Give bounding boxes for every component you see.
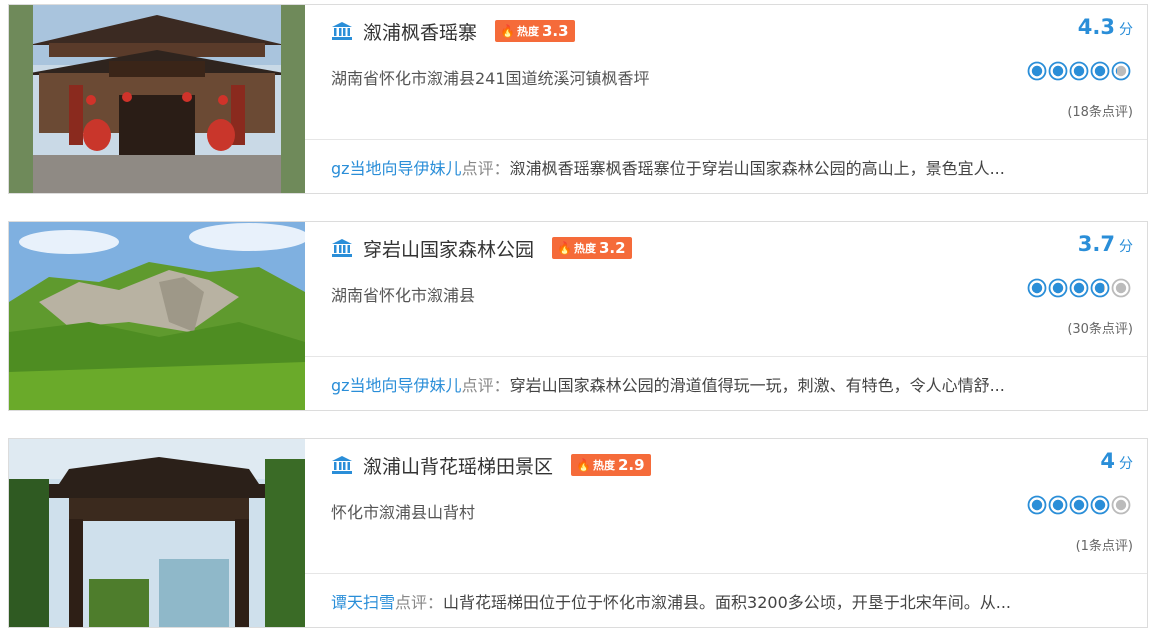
attraction-card: 穿岩山国家森林公园 🔥 热度 3.2 湖南省怀化市溆浦县 3.7 分 (30条点评) …	[8, 221, 1148, 411]
heat-badge: 🔥 热度 3.3	[495, 20, 575, 42]
heat-badge: 🔥 热度 2.9	[571, 454, 651, 476]
circle-rating-icon	[1048, 61, 1068, 81]
review-text[interactable]: 溆浦枫香瑶寨枫香瑶寨位于穿岩山国家森林公园的高山上，景色宜人...	[510, 159, 1005, 178]
divider	[305, 139, 1147, 140]
rating-circles	[1027, 278, 1131, 298]
landmark-icon	[331, 21, 353, 41]
review-text[interactable]: 山背花瑶梯田位于位于怀化市溆浦县。面积3200多公顷，开垦于北宋年间。从...	[443, 593, 1011, 612]
circle-rating-icon	[1069, 495, 1089, 515]
attraction-card: 溆浦枫香瑶寨 🔥 热度 3.3 湖南省怀化市溆浦县241国道统溪河镇枫香坪 4.3 分…	[8, 4, 1148, 194]
review-label: 点评：	[461, 376, 510, 395]
divider	[305, 573, 1147, 574]
heat-badge: 🔥 热度 3.2	[552, 237, 632, 259]
attraction-address: 湖南省怀化市溆浦县241国道统溪河镇枫香坪	[331, 69, 650, 88]
heat-value: 2.9	[617, 456, 645, 474]
reviewer-name[interactable]: 谭天扫雪	[331, 593, 395, 612]
reviewer-name[interactable]: gz当地向导伊妹儿	[331, 376, 462, 395]
divider	[305, 356, 1147, 357]
landmark-icon	[331, 455, 353, 475]
circle-rating-icon	[1090, 61, 1110, 81]
flame-icon: 🔥	[500, 24, 515, 38]
attraction-photo[interactable]	[9, 222, 305, 410]
attraction-title[interactable]: 溆浦山背花瑶梯田景区	[363, 452, 553, 479]
attraction-address: 湖南省怀化市溆浦县	[331, 286, 476, 305]
review-count-link[interactable]: (18条点评)	[1067, 101, 1133, 120]
rating-circles	[1027, 61, 1131, 81]
landmark-icon	[331, 238, 353, 258]
review-count-link[interactable]: (30条点评)	[1067, 318, 1133, 337]
circle-rating-icon	[1069, 278, 1089, 298]
score-value: 4.3	[1077, 15, 1115, 39]
review-label: 点评：	[395, 593, 444, 612]
circle-rating-icon	[1069, 61, 1089, 81]
review-text[interactable]: 穿岩山国家森林公园的滑道值得玩一玩，刺激、有特色，令人心情舒...	[510, 376, 1005, 395]
score-value: 4	[1100, 449, 1115, 473]
heat-label: 热度	[516, 25, 539, 38]
rating-circles	[1027, 495, 1131, 515]
attraction-card: 溆浦山背花瑶梯田景区 🔥 热度 2.9 怀化市溆浦县山背村 4分 (1条点评) 谭天…	[8, 438, 1148, 628]
attraction-photo[interactable]	[9, 5, 305, 193]
attraction-title[interactable]: 穿岩山国家森林公园	[363, 235, 534, 262]
heat-value: 3.2	[598, 239, 626, 257]
heat-value: 3.3	[541, 22, 569, 40]
circle-rating-icon	[1027, 278, 1047, 298]
review-snippet: gz当地向导伊妹儿点评：穿岩山国家森林公园的滑道值得玩一玩，刺激、有特色，令人心…	[331, 372, 1121, 396]
review-count-link[interactable]: (1条点评)	[1076, 535, 1133, 554]
heat-label: 热度	[592, 459, 615, 472]
circle-rating-icon	[1090, 495, 1110, 515]
score-box: 4分	[1100, 449, 1133, 473]
circle-rating-icon	[1111, 495, 1131, 515]
circle-rating-icon	[1090, 278, 1110, 298]
circle-rating-icon	[1027, 61, 1047, 81]
circle-rating-icon	[1048, 495, 1068, 515]
score-unit: 分	[1119, 239, 1133, 255]
flame-icon: 🔥	[557, 241, 572, 255]
score-unit: 分	[1119, 22, 1133, 38]
score-box: 3.7 分	[1078, 232, 1133, 256]
attraction-title[interactable]: 溆浦枫香瑶寨	[363, 18, 477, 45]
circle-rating-icon	[1111, 61, 1131, 81]
reviewer-name[interactable]: gz当地向导伊妹儿	[331, 159, 462, 178]
attraction-photo[interactable]	[9, 439, 305, 627]
score-value: 3.7	[1077, 232, 1115, 256]
flame-icon: 🔥	[576, 458, 591, 472]
review-label: 点评：	[461, 159, 510, 178]
circle-rating-icon	[1048, 278, 1068, 298]
heat-label: 热度	[573, 242, 596, 255]
score-unit: 分	[1119, 456, 1133, 472]
circle-rating-icon	[1027, 495, 1047, 515]
score-box: 4.3 分	[1078, 15, 1133, 39]
review-snippet: 谭天扫雪点评：山背花瑶梯田位于位于怀化市溆浦县。面积3200多公顷，开垦于北宋年…	[331, 589, 1121, 613]
attraction-address: 怀化市溆浦县山背村	[331, 503, 476, 522]
review-snippet: gz当地向导伊妹儿点评：溆浦枫香瑶寨枫香瑶寨位于穿岩山国家森林公园的高山上，景色…	[331, 155, 1121, 179]
circle-rating-icon	[1111, 278, 1131, 298]
